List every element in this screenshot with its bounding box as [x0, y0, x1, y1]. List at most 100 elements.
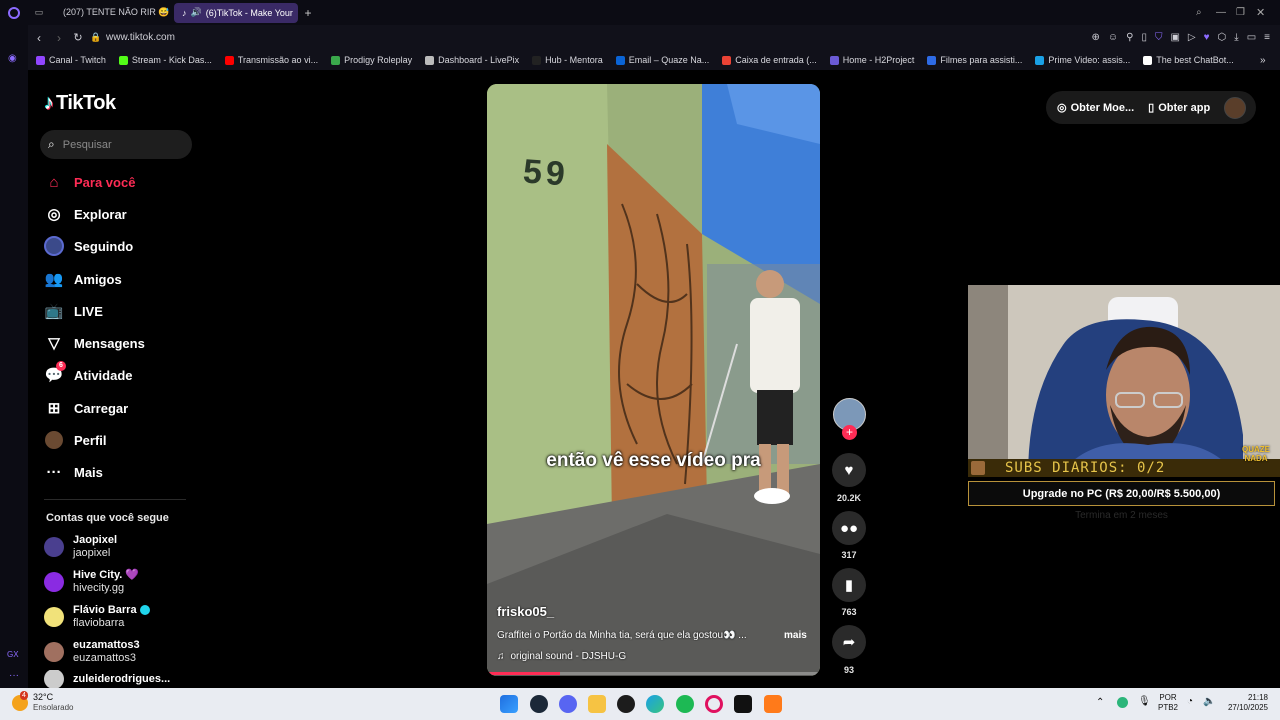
bookmark-item[interactable]: Home - H2Project	[829, 55, 914, 65]
more-link[interactable]: mais	[784, 630, 807, 641]
sidebar-more-icon[interactable]: ···	[9, 670, 19, 681]
tray-chevron-icon[interactable]: ⌃	[1096, 697, 1104, 708]
nav-carregar[interactable]: ⊞ Carregar	[44, 396, 129, 420]
maximize-icon[interactable]: ❐	[1236, 7, 1256, 18]
language-indicator[interactable]: POR PTB2	[1158, 693, 1178, 713]
discord-icon[interactable]	[559, 695, 577, 713]
play-icon[interactable]: ▷	[1188, 32, 1196, 43]
share-icon: ➦	[842, 634, 856, 651]
obs-icon[interactable]	[734, 695, 752, 713]
minimize-icon[interactable]: —	[1216, 7, 1236, 18]
header-actions: ◎ Obter Moe... ▯ Obter app	[1046, 91, 1256, 124]
bookmark-item[interactable]: Transmissão ao vi...	[224, 55, 318, 65]
clock[interactable]: 21:18 27/10/2025	[1222, 693, 1268, 713]
nav-mensagens[interactable]: ▽ Mensagens	[44, 331, 145, 355]
tab-youtube[interactable]: (207) TENTE NÃO RIR 😅	[50, 3, 170, 23]
nav-para-voce[interactable]: ⌂ Para você	[44, 170, 135, 194]
clock-date: 27/10/2025	[1227, 703, 1268, 712]
sidebar-apps-icon[interactable]: ◉	[8, 53, 17, 64]
emoji-icon[interactable]: ☺	[1108, 32, 1118, 43]
bookmark-item[interactable]: Prime Video: assis...	[1035, 55, 1130, 65]
extensions-icon[interactable]: ⬡	[1218, 32, 1227, 43]
url-field[interactable]: www.tiktok.com	[106, 32, 175, 43]
nav-mais[interactable]: ··· Mais	[44, 460, 103, 484]
reload-icon[interactable]: ↻	[68, 31, 88, 44]
tab-switcher-icon[interactable]: ▭	[28, 7, 50, 18]
tray-mic-icon[interactable]: 🎙	[1138, 696, 1151, 707]
following-account[interactable]: zuleiderodrigues...	[44, 670, 170, 688]
tiktok-logo[interactable]: ♪ TikTok	[44, 92, 116, 115]
camera-icon[interactable]: ▣	[1170, 32, 1179, 43]
opera-logo-icon[interactable]	[0, 6, 28, 19]
following-account[interactable]: Flávio Barra flaviobarra	[44, 602, 150, 632]
tray-network-app-icon[interactable]	[1117, 697, 1128, 708]
share-button[interactable]: ➦	[832, 625, 866, 659]
save-button[interactable]: ▮	[832, 568, 866, 602]
tab-tiktok[interactable]: ♪ 🔊 (6)TikTok - Make Your	[174, 2, 298, 23]
steam-icon[interactable]	[530, 695, 548, 713]
bookmark-icon: ▮	[844, 577, 854, 594]
subs-counter: SUBS DIARIOS: 0/2	[1005, 460, 1166, 476]
get-app-button[interactable]: ▯ Obter app	[1148, 101, 1210, 115]
close-icon[interactable]: ✕	[1256, 6, 1280, 19]
bookmark-item[interactable]: The best ChatBot...	[1143, 55, 1234, 65]
gx-icon[interactable]: GX	[7, 650, 19, 659]
bookmark-item[interactable]: Stream - Kick Das...	[118, 55, 212, 65]
shield-icon[interactable]: ⛉	[1155, 32, 1163, 43]
bookmark-item[interactable]: Dashboard - LivePix	[425, 55, 519, 65]
nav-perfil[interactable]: Perfil	[44, 428, 107, 452]
bookmark-item[interactable]: Canal - Twitch	[36, 55, 106, 65]
edge-icon[interactable]	[646, 695, 664, 713]
following-account[interactable]: Hive City. 💜 hivecity.gg	[44, 567, 139, 597]
follow-plus-icon[interactable]: +	[842, 425, 857, 440]
weather-temp: 32°C	[33, 692, 54, 702]
bookmark-icon[interactable]: ▯	[1141, 32, 1147, 43]
bookmark-favicon-icon	[615, 55, 625, 65]
nav-atividade[interactable]: 💬 6 Atividade	[44, 361, 133, 387]
pin-icon[interactable]: ⚲	[1126, 32, 1133, 43]
sound-row[interactable]: ♫ original sound - DJSHU-G	[497, 651, 626, 662]
cursor-app-icon[interactable]	[617, 695, 635, 713]
opera-gx-icon[interactable]	[705, 695, 723, 713]
bookmark-item[interactable]: Filmes para assisti...	[927, 55, 1022, 65]
user-avatar[interactable]	[1224, 96, 1247, 119]
heart-icon[interactable]: ♥	[1204, 32, 1210, 43]
like-button[interactable]: ♥	[832, 453, 866, 487]
bookmark-item[interactable]: Prodigy Roleplay	[331, 55, 412, 65]
video-author[interactable]: frisko05_	[497, 604, 554, 619]
search-box[interactable]: ⌕ Pesquisar	[40, 130, 192, 159]
snapshot-icon[interactable]: ▭	[1247, 32, 1256, 43]
app-a-icon[interactable]	[764, 695, 782, 713]
get-coins-button[interactable]: ◎ Obter Moe...	[1057, 101, 1134, 115]
nav-explorar[interactable]: ◎ Explorar	[44, 202, 126, 226]
video-progress-track[interactable]	[487, 672, 820, 675]
explorer-icon[interactable]	[588, 695, 606, 713]
wifi-icon[interactable]: ◔	[1187, 696, 1193, 707]
forward-icon[interactable]: ›	[50, 31, 68, 45]
new-tab-button[interactable]: +	[298, 6, 318, 20]
profile-avatar-icon	[44, 430, 64, 450]
download-icon[interactable]: ⤓	[1234, 32, 1238, 43]
search-tabs-icon[interactable]: ⌕	[1196, 7, 1216, 18]
menu-icon[interactable]: ≡	[1264, 32, 1270, 43]
back-icon[interactable]: ‹	[28, 31, 50, 45]
weather-widget[interactable]: 4 32°C Ensolarado	[12, 690, 73, 713]
nav-amigos[interactable]: 👥 Amigos	[44, 267, 122, 291]
coin-icon: ◎	[1057, 102, 1067, 114]
search-input[interactable]: Pesquisar	[63, 139, 112, 151]
like-count: 20.2K	[836, 493, 862, 503]
bookmarks-overflow-icon[interactable]: »	[1260, 55, 1280, 66]
zoom-icon[interactable]: ⊕	[1092, 32, 1100, 43]
bookmark-item[interactable]: Hub - Mentora	[532, 55, 603, 65]
video-player[interactable]: 59 então vê esse vídeo pra frisko05_ Gra…	[487, 84, 820, 676]
spotify-icon[interactable]	[676, 695, 694, 713]
comment-button[interactable]: ●●	[832, 511, 866, 545]
following-account[interactable]: euzamattos3 euzamattos3	[44, 637, 140, 667]
following-account[interactable]: Jaopixel jaopixel	[44, 532, 117, 562]
nav-seguindo[interactable]: Seguindo	[44, 234, 133, 258]
start-icon[interactable]	[500, 695, 518, 713]
nav-live[interactable]: 📺 LIVE	[44, 299, 103, 323]
bookmark-item[interactable]: Email – Quaze Na...	[615, 55, 709, 65]
bookmark-item[interactable]: Caixa de entrada (...	[722, 55, 817, 65]
volume-icon[interactable]: 🔈	[1203, 696, 1215, 707]
